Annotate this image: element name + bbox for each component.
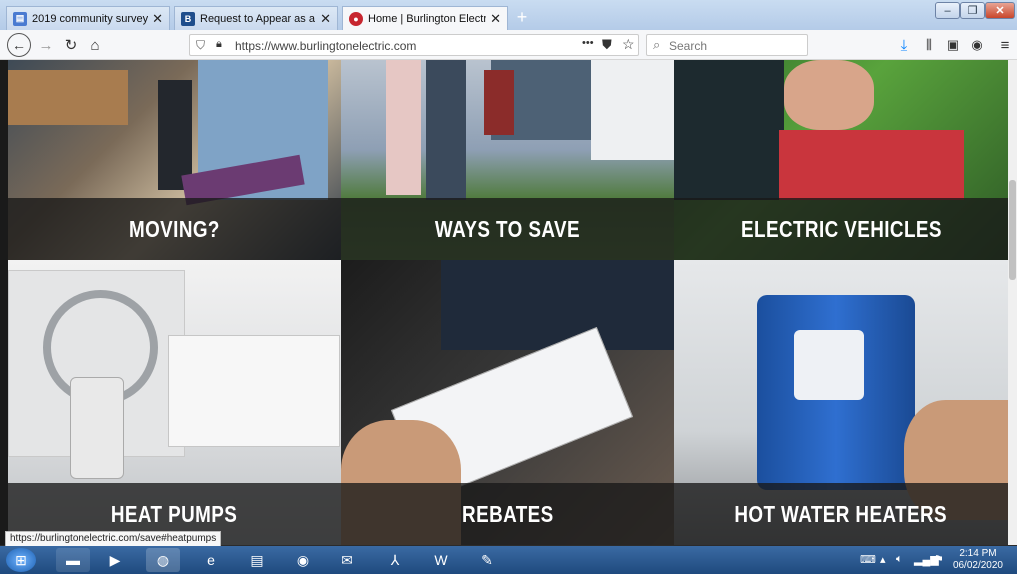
tab-survey-results[interactable]: ▤ 2019 community survey results ✕ xyxy=(6,6,170,30)
clock-date: 06/02/2020 xyxy=(952,560,1003,571)
pocket-icon[interactable]: ⛊ xyxy=(602,37,612,53)
tile-label-band: REBATES xyxy=(341,483,674,545)
plaid-shirt-image xyxy=(779,130,964,200)
firefox-icon[interactable]: ◍ xyxy=(146,548,180,572)
reload-button[interactable]: ↻ xyxy=(60,34,82,56)
sidebar-icon[interactable]: ▣ xyxy=(942,34,964,56)
garage-image xyxy=(591,60,674,160)
search-icon: ⌕ xyxy=(653,37,661,52)
tab-title: 2019 community survey results xyxy=(32,12,149,25)
paint-icon[interactable]: ✎ xyxy=(470,548,504,572)
tile-label-band: ELECTRIC VEHICLES xyxy=(674,198,1008,260)
woman-image xyxy=(386,60,421,195)
close-tab-icon[interactable]: ✕ xyxy=(320,11,331,27)
lock-icon[interactable]: 🔒︎ xyxy=(216,38,222,51)
bookmark-star-icon[interactable]: ☆ xyxy=(622,36,635,53)
tile-label-band: HOT WATER HEATERS xyxy=(674,483,1008,545)
tile-label-band: MOVING? xyxy=(8,198,341,260)
address-bar[interactable]: ⛉ 🔒︎ https://www.burlingtonelectric.com … xyxy=(189,34,639,56)
sticky-notes-icon[interactable]: ▤ xyxy=(240,548,274,572)
maximize-button[interactable]: ❐ xyxy=(960,2,985,19)
smiling-man-face-image xyxy=(784,60,874,130)
acrobat-icon[interactable]: ⅄ xyxy=(378,548,412,572)
man-image xyxy=(426,60,466,200)
vertical-scrollbar[interactable] xyxy=(1008,60,1017,545)
suit-sleeve-image xyxy=(441,260,674,350)
account-icon[interactable]: ◉ xyxy=(966,34,988,56)
new-tab-button[interactable]: + xyxy=(513,8,531,26)
word-icon[interactable]: W xyxy=(424,548,458,572)
control-panel-image xyxy=(794,330,864,400)
scrollbar-thumb[interactable] xyxy=(1009,180,1016,280)
tile-label-band: WAYS TO SAVE xyxy=(341,198,674,260)
red-door-image xyxy=(484,70,514,135)
tab-title: Home | Burlington Electric Dep xyxy=(368,13,487,25)
clock-time: 2:14 PM xyxy=(959,548,997,559)
keyboard-icon[interactable]: ⌨ xyxy=(860,553,876,566)
windows-taskbar: ⊞ ▬ ▶ ◍ e ▤ ◉ ✉ ⅄ W ✎ ⌨ ▴ 🔈︎ ▂▄▆ ⚑ 2:14 … xyxy=(0,546,1017,574)
close-tab-icon[interactable]: ✕ xyxy=(490,11,501,27)
b-icon: B xyxy=(181,11,195,26)
forward-button[interactable]: → xyxy=(35,34,57,56)
search-placeholder: Search xyxy=(669,39,708,53)
car-window-image xyxy=(674,60,784,200)
page-actions-icon[interactable]: ••• xyxy=(582,37,594,49)
indoor-unit-image xyxy=(168,335,340,447)
back-button[interactable]: ← xyxy=(7,33,31,57)
media-player-icon[interactable]: ▶ xyxy=(98,548,132,572)
tile-label-ways-to-save: WAYS TO SAVE xyxy=(434,215,581,242)
file-explorer-icon[interactable]: ▬ xyxy=(56,548,90,572)
outlook-icon[interactable]: ✉ xyxy=(330,548,364,572)
system-clock[interactable]: 2:14 PM 06/02/2020 xyxy=(953,548,1003,572)
tile-hot-water-heaters[interactable]: HOT WATER HEATERS xyxy=(674,260,1008,545)
home-button[interactable]: ⌂ xyxy=(84,34,106,56)
navigation-toolbar: ← → ↻ ⌂ ⛉ 🔒︎ https://www.burlingtonelect… xyxy=(0,30,1017,60)
tile-rebates[interactable]: REBATES xyxy=(341,260,674,545)
menu-icon[interactable]: ≡ xyxy=(994,34,1016,56)
close-window-button[interactable]: ✕ xyxy=(985,2,1015,19)
tile-electric-vehicles[interactable]: ELECTRIC VEHICLES xyxy=(674,60,1008,260)
show-hidden-icons[interactable]: ▴ xyxy=(880,553,886,566)
close-tab-icon[interactable]: ✕ xyxy=(152,11,163,27)
url-text: https://www.burlingtonelectric.com xyxy=(235,39,417,53)
tile-label-heat-pumps: HEAT PUMPS xyxy=(111,500,238,527)
bed-logo-icon: ● xyxy=(349,12,363,26)
tile-ways-to-save[interactable]: WAYS TO SAVE xyxy=(341,60,674,260)
shield-icon[interactable]: ⛉ xyxy=(196,38,205,53)
volume-icon[interactable]: 🔈︎ xyxy=(896,553,903,566)
remote-control-image xyxy=(70,377,124,479)
internet-explorer-icon[interactable]: e xyxy=(194,548,228,572)
minimize-button[interactable]: – xyxy=(935,2,960,19)
tab-request-delegation[interactable]: B Request to Appear as a Delegat ✕ xyxy=(174,6,338,30)
tile-label-moving: MOVING? xyxy=(129,215,220,242)
page-content: MOVING? WAYS TO SAVE ELECTRIC VEHICLES H… xyxy=(0,60,1008,545)
start-button[interactable]: ⊞ xyxy=(6,548,36,572)
browser-titlebar: ▤ 2019 community survey results ✕ B Requ… xyxy=(0,0,1017,31)
downloads-icon[interactable]: ⤓ xyxy=(893,34,915,56)
chrome-icon[interactable]: ◉ xyxy=(286,548,320,572)
action-center-icon[interactable]: ⚑ xyxy=(934,553,944,566)
tile-label-hot-water-heaters: HOT WATER HEATERS xyxy=(734,500,948,527)
library-icon[interactable]: ⫼ xyxy=(918,34,940,56)
tab-title: Request to Appear as a Delegat xyxy=(200,12,316,25)
docs-icon: ▤ xyxy=(13,11,27,26)
tile-label-rebates: REBATES xyxy=(461,500,554,527)
cardboard-box-image xyxy=(8,70,128,125)
tile-moving[interactable]: MOVING? xyxy=(8,60,341,260)
tile-heat-pumps[interactable]: HEAT PUMPS xyxy=(8,260,341,545)
tab-burlington-electric[interactable]: ● Home | Burlington Electric Dep ✕ xyxy=(342,6,508,31)
search-input[interactable]: ⌕ Search xyxy=(646,34,808,56)
tile-label-electric-vehicles: ELECTRIC VEHICLES xyxy=(740,215,942,242)
